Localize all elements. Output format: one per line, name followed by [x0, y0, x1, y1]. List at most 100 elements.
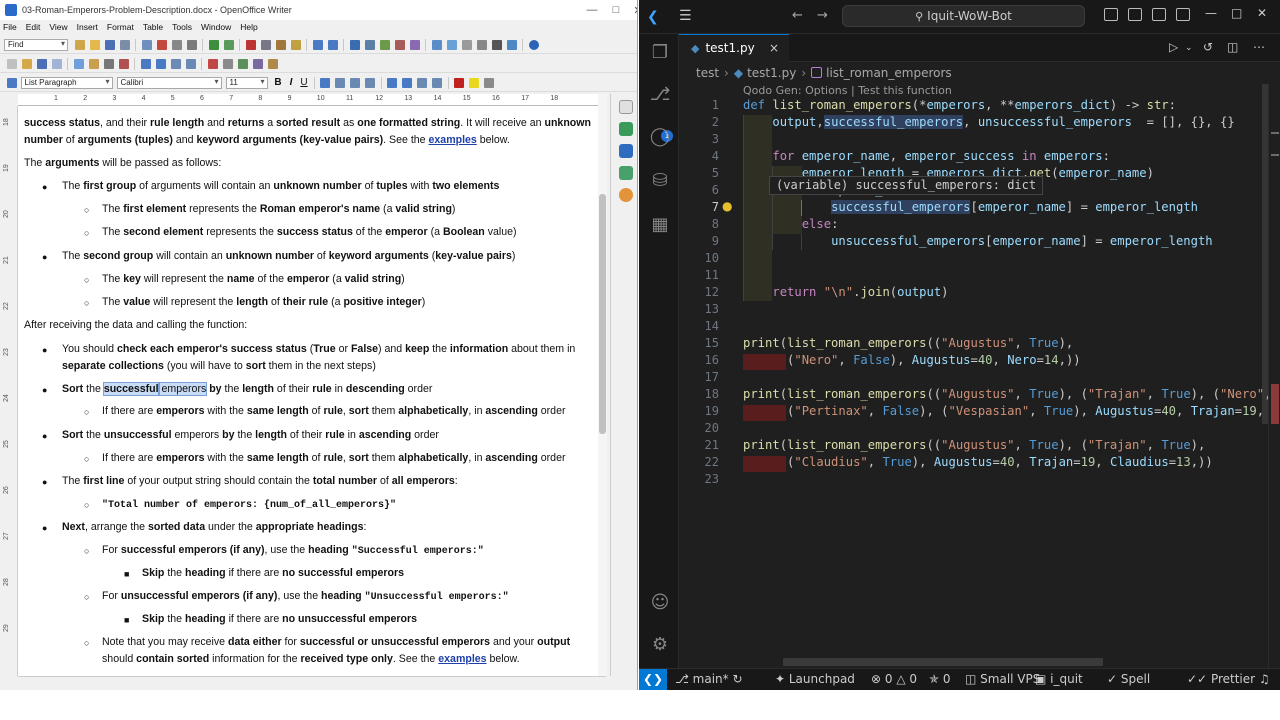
document-line[interactable]: The second group will contain an unknown… [62, 248, 515, 265]
track-icon[interactable] [207, 58, 218, 69]
fields-icon[interactable] [103, 58, 114, 69]
justify-icon[interactable] [365, 77, 375, 88]
styles-list-icon[interactable] [6, 77, 17, 88]
document-line[interactable]: Skip the heading if there are no success… [142, 565, 404, 582]
font-name-combo[interactable]: Calibri [116, 76, 222, 89]
gallery-icon[interactable] [461, 39, 472, 50]
page-icon[interactable] [51, 58, 62, 69]
macro-icon[interactable] [252, 58, 263, 69]
document-line[interactable]: You should check each emperor's success … [62, 341, 575, 358]
align-center-icon[interactable] [335, 77, 345, 88]
outdent-icon[interactable] [185, 58, 196, 69]
document-line[interactable]: "Total number of emperors: {num_of_all_e… [102, 496, 396, 514]
numbering-icon[interactable] [155, 58, 166, 69]
code-line[interactable]: ("Claudius", True), Augustus=40, Trajan=… [743, 455, 1213, 469]
format-paintbrush-icon[interactable] [290, 39, 301, 50]
decrease-indent-icon[interactable] [417, 77, 427, 88]
lightbulb-icon[interactable]: ● [722, 199, 732, 213]
edit-file-icon[interactable] [141, 39, 152, 50]
undo-icon[interactable] [312, 39, 323, 50]
database-icon[interactable]: ⛁ [649, 170, 671, 192]
document-line[interactable]: For successful emperors (if any), use th… [102, 542, 484, 560]
document-line[interactable]: number of arguments (tuples) and keyword… [24, 132, 510, 149]
sidebar-menu-icon[interactable] [619, 100, 633, 114]
command-center[interactable]: ⚲ Iquit-WoW-Bot [842, 5, 1085, 27]
menu-item[interactable]: Table [143, 22, 163, 32]
writer-scroll-thumb[interactable] [599, 194, 606, 434]
problems-status[interactable]: ⊗ 0 △ 0 [871, 669, 917, 690]
code-editor[interactable]: Qodo Gen: Options | Test this function 1… [679, 84, 1280, 668]
toggle-primary-sidebar-icon[interactable] [1104, 8, 1118, 21]
split-editor-icon[interactable]: ◫ [1227, 40, 1238, 54]
save-small-icon[interactable] [36, 58, 47, 69]
draw-icon[interactable] [409, 39, 420, 50]
align-left-icon[interactable] [320, 77, 330, 88]
minimize-icon[interactable]: — [1205, 6, 1217, 20]
run-icon[interactable]: ▷ [1169, 40, 1178, 54]
redo-icon[interactable] [327, 39, 338, 50]
settings-gear-icon[interactable]: ⚙ [649, 634, 671, 656]
zoom-icon[interactable] [506, 39, 517, 50]
examples-link[interactable]: examples [429, 134, 477, 146]
close-icon[interactable]: ✕ [1257, 6, 1267, 20]
document-line[interactable]: success status, and their rule length an… [24, 115, 591, 132]
autotext-icon[interactable] [88, 58, 99, 69]
toggle-panel-icon[interactable] [1128, 8, 1142, 21]
paragraph-style-combo[interactable]: List Paragraph [20, 76, 113, 89]
code-line[interactable]: print(list_roman_emperors(("Augustus", T… [743, 387, 1280, 401]
datasources-icon[interactable] [476, 39, 487, 50]
code-line[interactable]: ("Nero", False), Augustus=40, Nero=14,)) [743, 353, 1081, 367]
document-line[interactable]: Note that you may receive data either fo… [102, 634, 570, 651]
code-line[interactable]: print(list_roman_emperors(("Augustus", T… [743, 336, 1073, 350]
chart-icon[interactable] [394, 39, 405, 50]
forward-arrow-icon[interactable]: → [817, 8, 828, 23]
gallery-panel-icon[interactable] [619, 166, 633, 180]
tab-close-icon[interactable]: × [769, 35, 779, 62]
code-line[interactable]: else: [743, 217, 839, 231]
pdf-icon[interactable] [156, 39, 167, 50]
code-line[interactable]: return "\n".join(output) [743, 285, 948, 299]
navigator-icon[interactable] [446, 39, 457, 50]
code-line[interactable]: successful_emperors[emperor_name] = empe… [743, 200, 1198, 214]
tab-test1-py[interactable]: ◆ test1.py × [679, 34, 789, 62]
print-icon[interactable] [171, 39, 182, 50]
paste-special-icon[interactable] [267, 58, 278, 69]
code-line[interactable]: def list_roman_emperors(*emperors, **emp… [743, 98, 1176, 112]
notifications-icon[interactable]: ♫ [1259, 669, 1270, 690]
align-right-icon[interactable] [350, 77, 360, 88]
menu-item[interactable]: Window [201, 22, 231, 32]
document-line[interactable]: Sort the successful emperors by the leng… [62, 381, 432, 398]
font-color-icon[interactable] [454, 77, 464, 88]
breadcrumb-folder[interactable]: test [696, 66, 719, 80]
highlight-icon[interactable] [469, 77, 479, 88]
file-status[interactable]: ▣ i_quit [1035, 669, 1083, 690]
font-color-small-icon[interactable] [6, 58, 17, 69]
formatting-marks-icon[interactable] [491, 39, 502, 50]
customize-layout-icon[interactable] [1176, 8, 1190, 21]
background-color-icon[interactable] [484, 77, 494, 88]
document-line[interactable]: separate collections (you will have to s… [62, 358, 376, 375]
launchpad-status[interactable]: ✦ Launchpad [775, 669, 855, 690]
source-control-icon[interactable]: ⎇ [649, 84, 671, 106]
remote-indicator-icon[interactable]: ❮❯ [639, 669, 667, 690]
styles-icon[interactable] [73, 58, 84, 69]
menu-item[interactable]: File [3, 22, 17, 32]
underline-button[interactable]: U [298, 77, 311, 88]
account-icon[interactable]: ☺ [649, 592, 671, 614]
page-styles-icon[interactable] [619, 144, 633, 158]
font-size-combo[interactable]: 11 [225, 76, 268, 89]
code-line[interactable]: print(list_roman_emperors(("Augustus", T… [743, 438, 1205, 452]
document-line[interactable]: If there are emperors with the same leng… [102, 403, 566, 420]
navigator-panel-icon[interactable] [619, 188, 633, 202]
open-icon[interactable] [89, 39, 100, 50]
code-line[interactable]: ("Pertinax", False), ("Vespasian", True)… [743, 404, 1280, 418]
codelens[interactable]: Qodo Gen: Options | Test this function [743, 84, 952, 98]
comment-icon[interactable] [222, 58, 233, 69]
menu-item[interactable]: View [49, 22, 67, 32]
email-icon[interactable] [119, 39, 130, 50]
document-line[interactable]: Sort the unsuccessful emperors by the le… [62, 427, 439, 444]
toggle-secondary-sidebar-icon[interactable] [1152, 8, 1166, 21]
increase-indent-icon[interactable] [432, 77, 442, 88]
ports-status[interactable]: ✯ 0 [929, 669, 951, 690]
revert-icon[interactable]: ↺ [1203, 40, 1213, 54]
